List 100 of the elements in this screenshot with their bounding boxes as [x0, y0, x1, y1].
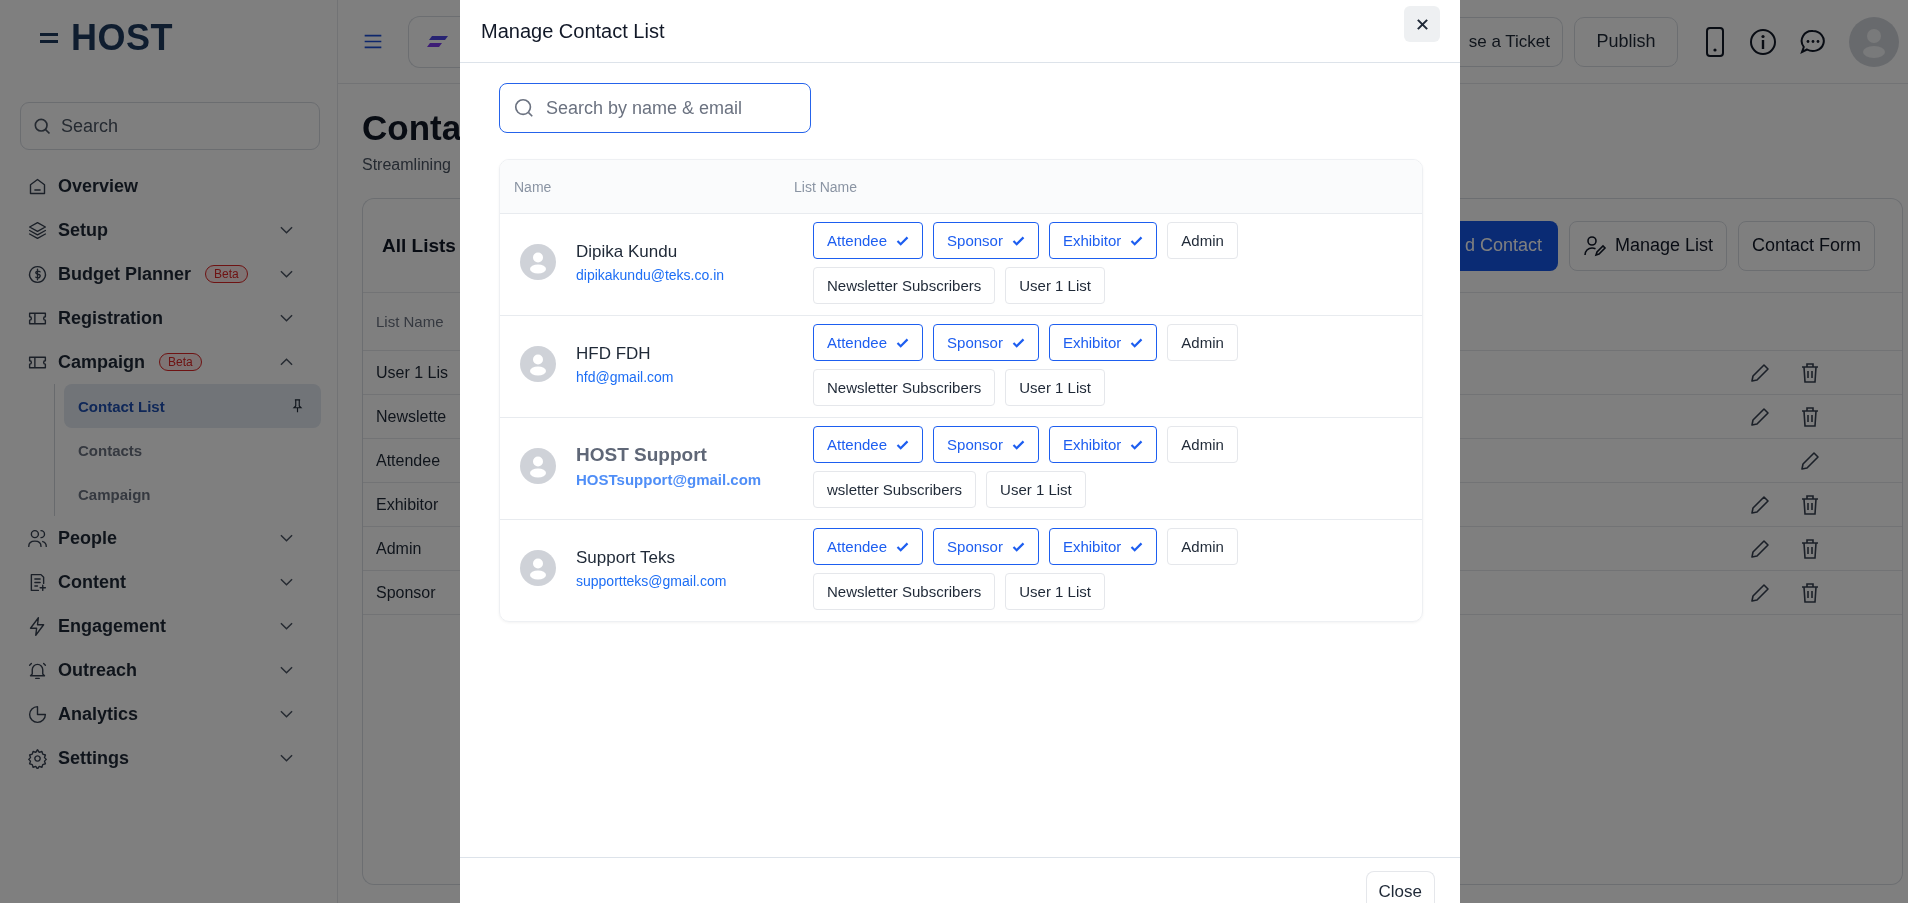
list-chip[interactable]: Exhibitor	[1048, 324, 1158, 361]
list-chip[interactable]: Admin	[1167, 324, 1238, 361]
menu-icon[interactable]	[363, 33, 383, 50]
page-subtitle: Streamlining	[362, 155, 452, 175]
avatar	[520, 346, 556, 382]
check-icon	[896, 541, 910, 552]
check-icon	[896, 439, 910, 450]
nav-subitem[interactable]: Campaign	[64, 472, 321, 516]
check-icon	[1130, 541, 1144, 552]
avatar	[520, 244, 556, 280]
list-chip[interactable]: Sponsor	[933, 528, 1039, 565]
check-icon	[1011, 541, 1025, 552]
check-icon	[1130, 235, 1144, 246]
list-chip[interactable]: Newsletter Subscribers	[813, 267, 996, 304]
contact-email: dipikakundu@teks.co.in	[576, 266, 725, 283]
contact-name: Support Teks	[576, 547, 676, 568]
list-chip[interactable]: Newsletter Subscribers	[813, 369, 996, 406]
list-chip[interactable]: Newsletter Subscribers	[813, 573, 996, 610]
list-chip[interactable]: Admin	[1167, 222, 1238, 259]
nav-item[interactable]: Outreach	[0, 648, 337, 692]
pie-chart-icon	[27, 703, 48, 725]
pin-icon	[292, 399, 303, 413]
layers-icon	[27, 219, 48, 241]
list-chip[interactable]: Sponsor	[933, 426, 1039, 463]
check-icon	[896, 235, 910, 246]
menu-icon[interactable]	[40, 32, 58, 44]
ticket-button[interactable]: se a Ticket	[1460, 16, 1563, 67]
nav-subitem[interactable]: Contacts	[64, 428, 321, 472]
list-chip[interactable]: Exhibitor	[1048, 426, 1158, 463]
list-chip[interactable]: User 1 List	[986, 471, 1086, 508]
list-chip[interactable]: User 1 List	[1005, 369, 1105, 406]
table-cell: Sponsor	[376, 583, 436, 602]
list-chip[interactable]: User 1 List	[1005, 573, 1105, 610]
search-icon	[32, 116, 52, 136]
contact-name: Dipika Kundu	[576, 241, 679, 262]
table-cell: Admin	[376, 539, 422, 558]
contact-form-button[interactable]: Contact Form	[1738, 220, 1876, 271]
column-header: List Name	[376, 313, 444, 330]
add-contact-button[interactable]: d Contact	[1460, 220, 1558, 271]
table-cell: Newslette	[376, 407, 447, 426]
nav-item[interactable]: Content	[0, 560, 337, 604]
check-icon	[1130, 439, 1144, 450]
table-cell: Attendee	[376, 451, 441, 470]
contact-email: supportteks@gmail.com	[576, 572, 727, 589]
list-chip[interactable]: Attendee	[813, 426, 924, 463]
people-icon	[27, 527, 48, 549]
user-edit-icon	[1583, 233, 1607, 258]
list-chip[interactable]: Attendee	[813, 324, 924, 361]
settings-icon	[27, 747, 48, 769]
check-icon	[896, 337, 910, 348]
search-icon	[513, 97, 535, 119]
nav-item[interactable]: Registration	[0, 296, 337, 340]
manage-list-button[interactable]: Manage List	[1569, 220, 1728, 271]
list-chip[interactable]: Admin	[1167, 528, 1238, 565]
nav-item[interactable]: Overview	[0, 164, 337, 208]
list-chip[interactable]: wsletter Subscribers	[813, 471, 977, 508]
info-icon[interactable]	[1749, 27, 1777, 56]
list-chip[interactable]: Exhibitor	[1048, 222, 1158, 259]
check-icon	[1011, 337, 1025, 348]
phone-icon[interactable]	[1705, 25, 1725, 58]
nav-item[interactable]: Engagement	[0, 604, 337, 648]
check-icon	[1130, 337, 1144, 348]
list-chip[interactable]: User 1 List	[1005, 267, 1105, 304]
nav-item[interactable]: Analytics	[0, 692, 337, 736]
list-chip[interactable]: Attendee	[813, 222, 924, 259]
nav-subitem[interactable]: Contact List	[64, 384, 321, 428]
dialog-title: Manage Contact List	[481, 19, 665, 43]
list-chip[interactable]: Attendee	[813, 528, 924, 565]
contact-name: HOST Support	[576, 444, 708, 466]
page-title: Conta	[362, 107, 460, 149]
chat-icon[interactable]	[1799, 27, 1827, 56]
publish-button[interactable]: Publish	[1574, 16, 1678, 67]
avatar	[520, 550, 556, 586]
table-cell: Exhibitor	[376, 495, 439, 514]
check-icon	[1011, 235, 1025, 246]
list-chip[interactable]: Sponsor	[933, 222, 1039, 259]
contact-name: HFD FDH	[576, 343, 652, 364]
nav-item[interactable]: Setup	[0, 208, 337, 252]
contact-email: hfd@gmail.com	[576, 368, 674, 385]
nav-item[interactable]: Campaign Beta	[0, 340, 337, 384]
list-chip[interactable]: Exhibitor	[1048, 528, 1158, 565]
column-header: Name	[513, 178, 553, 195]
list-chip[interactable]: Sponsor	[933, 324, 1039, 361]
check-icon	[1011, 439, 1025, 450]
table-cell: User 1 Lis	[376, 363, 449, 382]
stripes-icon	[426, 34, 450, 49]
logo-text: HOST	[71, 17, 173, 59]
nav-item[interactable]: Settings	[0, 736, 337, 780]
beta-badge: Beta	[159, 353, 202, 371]
nav-item[interactable]: Budget Planner Beta	[0, 252, 337, 296]
close-button[interactable]	[1404, 6, 1440, 42]
search-field[interactable]: Search by name & email	[499, 83, 811, 133]
list-chip[interactable]: Admin	[1167, 426, 1238, 463]
beta-badge: Beta	[205, 265, 248, 283]
contact-email: HOSTsupport@gmail.com	[576, 471, 762, 488]
close-button[interactable]: Close	[1365, 871, 1435, 903]
avatar	[520, 448, 556, 484]
card-title: All Lists	[382, 234, 456, 257]
column-header: List Name	[794, 178, 858, 195]
nav-item[interactable]: People	[0, 516, 337, 560]
